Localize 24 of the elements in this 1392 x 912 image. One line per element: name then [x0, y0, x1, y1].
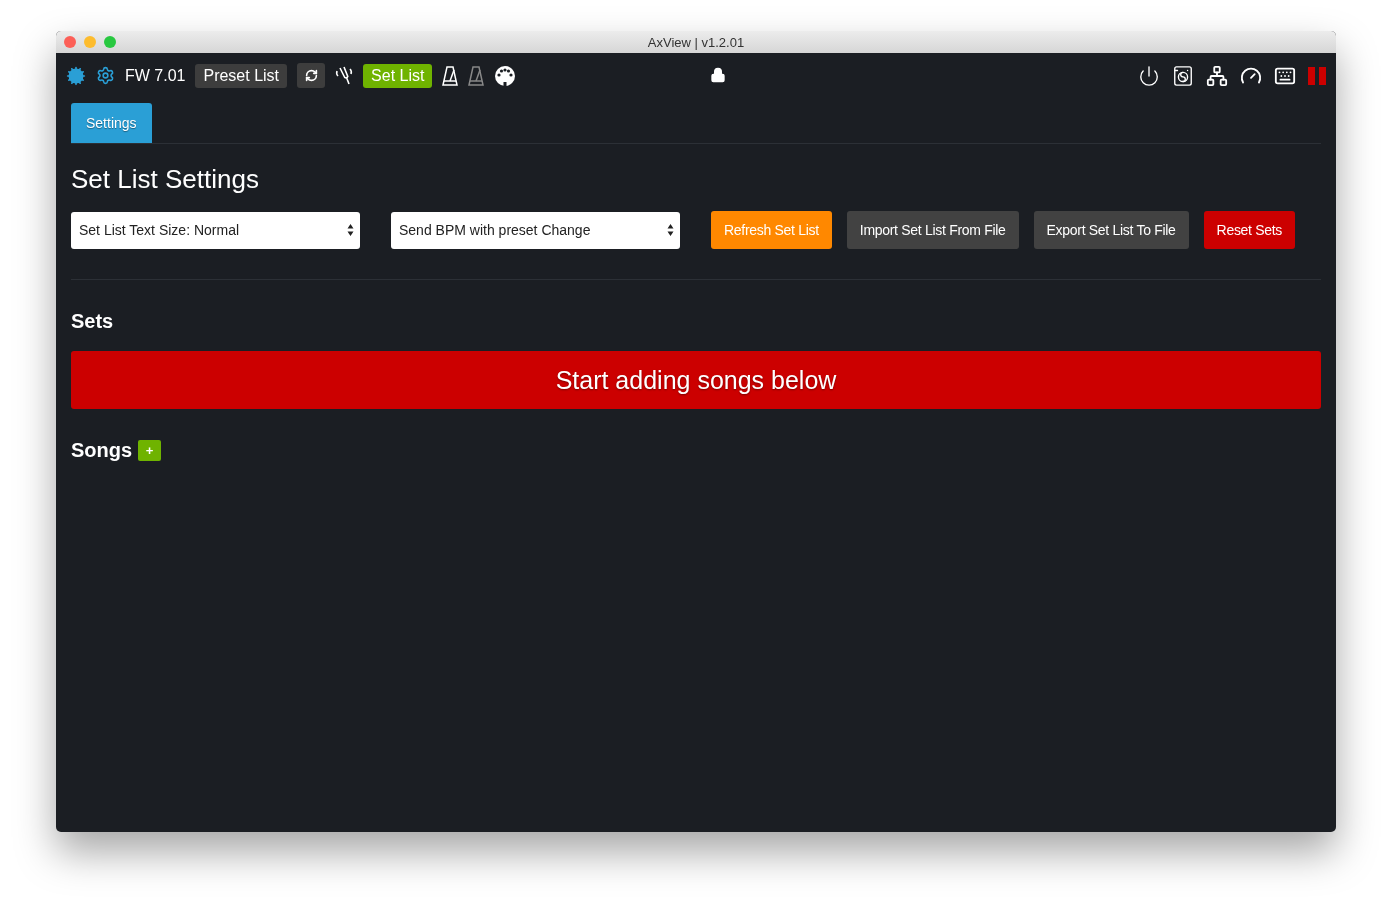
songs-heading: Songs [71, 439, 133, 462]
firmware-version: FW 7.01 [125, 66, 186, 85]
action-button[interactable]: Export Set List To File [1033, 211, 1189, 249]
refresh-button[interactable] [297, 63, 326, 88]
select-field[interactable]: Set List Text Size: Normal [71, 211, 360, 249]
lock-icon[interactable] [710, 67, 726, 83]
nav-button[interactable]: Preset List [195, 63, 288, 88]
pause-icon[interactable] [1308, 66, 1326, 85]
sets-heading: Sets [71, 310, 114, 333]
cogs-icon[interactable] [66, 65, 86, 86]
window-title: AxView | v1.2.01 [647, 34, 745, 50]
midi-connector-icon[interactable] [494, 64, 517, 87]
section-title: Set List Settings [71, 164, 260, 195]
select-arrows-icon [667, 223, 674, 237]
power-icon[interactable] [1138, 64, 1160, 87]
select-field[interactable]: Send BPM with preset Change [391, 211, 680, 249]
tuning-fork-icon[interactable] [335, 65, 354, 86]
refresh-icon [304, 69, 318, 82]
action-button[interactable]: Import Set List From File [846, 211, 1019, 249]
network-icon[interactable] [1206, 64, 1228, 87]
select-arrows-icon [347, 223, 354, 237]
action-button[interactable]: Reset Sets [1203, 211, 1296, 249]
alert-banner: Start adding songs below [71, 351, 1321, 409]
settings-icon[interactable] [96, 66, 115, 85]
